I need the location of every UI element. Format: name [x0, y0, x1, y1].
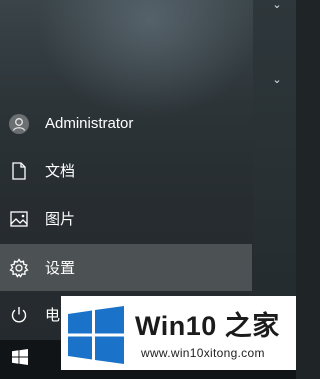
windows-logo-icon — [67, 306, 125, 364]
power-label: 电 — [45, 307, 61, 324]
watermark-banner: Win10 之家 www.win10xitong.com — [61, 296, 296, 370]
tiles-column — [253, 0, 296, 340]
start-item-documents[interactable]: 文档 — [0, 148, 252, 193]
user-name-label: Administrator — [45, 115, 134, 132]
chevron-down-icon[interactable]: ⌄ — [270, 75, 284, 86]
windows-logo-icon — [12, 349, 28, 370]
pictures-label: 图片 — [45, 211, 76, 228]
documents-label: 文档 — [45, 163, 76, 180]
user-avatar-icon — [9, 113, 29, 134]
start-button[interactable] — [0, 340, 40, 379]
start-item-user[interactable]: Administrator — [0, 101, 252, 146]
start-item-pictures[interactable]: 图片 — [0, 196, 252, 241]
settings-label: 设置 — [45, 260, 76, 277]
watermark-title: Win10 之家 — [135, 311, 280, 341]
chevron-down-icon[interactable]: ⌄ — [270, 0, 284, 11]
document-icon — [9, 161, 29, 181]
gear-icon — [9, 257, 29, 278]
pictures-icon — [9, 209, 29, 229]
power-icon — [9, 305, 29, 325]
start-item-settings[interactable]: 设置 — [0, 244, 252, 291]
watermark-url: www.win10xitong.com — [141, 346, 265, 360]
